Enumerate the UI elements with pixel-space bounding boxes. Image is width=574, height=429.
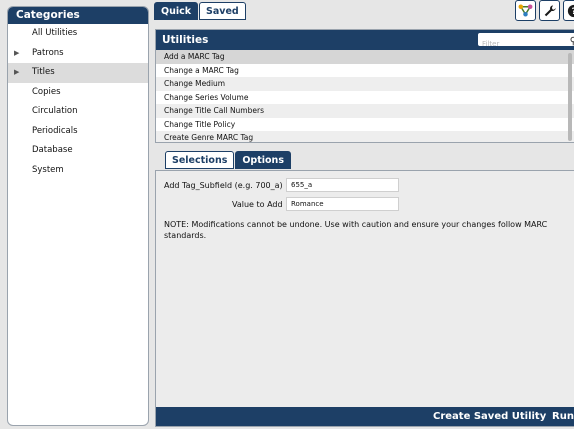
wrench-icon [544, 4, 556, 16]
sidebar-item-label: Circulation [32, 106, 78, 116]
toolbar: ? [515, 0, 574, 21]
categories-sidebar: Categories All Utilities ▶ Patrons ▶ Tit… [7, 6, 149, 426]
utilities-panel: Utilities ⚲ Add a MARC Tag Change a MARC… [155, 29, 574, 143]
value-to-add-label: Value to Add [232, 200, 283, 209]
help-icon: ? [567, 4, 574, 17]
wrench-button[interactable] [539, 0, 560, 21]
search-icon[interactable]: ⚲ [570, 32, 574, 52]
create-saved-utility-button[interactable]: Create Saved Utility [433, 407, 546, 426]
utility-item[interactable]: Change Series Volume [156, 91, 574, 105]
sidebar-item-label: Patrons [32, 47, 64, 58]
expand-arrow-icon[interactable]: ▶ [14, 44, 19, 64]
sidebar-item-label: Titles [32, 67, 55, 77]
utility-item[interactable]: Change a MARC Tag [156, 64, 574, 78]
tab-quick[interactable]: Quick [154, 2, 199, 20]
utility-item[interactable]: Change Title Policy [156, 118, 574, 132]
run-button[interactable]: Run [552, 407, 574, 426]
sidebar-item-copies[interactable]: Copies [8, 83, 148, 103]
help-button[interactable]: ? [563, 0, 574, 21]
tab-selections[interactable]: Selections [165, 151, 235, 169]
network-button[interactable] [515, 0, 536, 21]
sidebar-item-database[interactable]: Database [8, 141, 148, 161]
sidebar-item-titles[interactable]: ▶ Titles [8, 63, 148, 83]
sidebar-item-all-utilities[interactable]: All Utilities [8, 24, 148, 44]
sub-tabs: Selections Options [165, 151, 292, 169]
filter-box: ⚲ [478, 33, 574, 51]
sidebar-item-label: All Utilities [32, 28, 78, 38]
tab-saved[interactable]: Saved [199, 2, 246, 20]
footer-bar: Create Saved Utility Run [156, 407, 574, 426]
utility-item[interactable]: Change Title Call Numbers [156, 104, 574, 118]
tag-subfield-input[interactable] [286, 178, 399, 192]
utility-list: Add a MARC Tag Change a MARC Tag Change … [156, 50, 574, 142]
tag-subfield-label: Add Tag_Subfield (e.g. 700_a) [164, 181, 283, 190]
sidebar-item-label: Database [32, 145, 73, 155]
sidebar-item-label: Copies [32, 86, 61, 97]
expand-arrow-icon[interactable]: ▶ [14, 63, 19, 83]
network-icon [518, 4, 533, 17]
sidebar-item-circulation[interactable]: Circulation [8, 102, 148, 122]
sidebar-item-label: System [32, 164, 64, 175]
tab-options[interactable]: Options [235, 151, 291, 169]
utility-item[interactable]: Create Genre MARC Tag [156, 131, 574, 142]
utility-item[interactable]: Change Medium [156, 77, 574, 91]
warning-note: NOTE: Modifications cannot be undone. Us… [164, 220, 548, 240]
categories-header: Categories [8, 7, 148, 24]
filter-input[interactable] [478, 37, 563, 51]
utilities-title: Utilities [162, 34, 209, 46]
value-to-add-input[interactable] [286, 197, 399, 211]
utilities-header: Utilities ⚲ [156, 30, 574, 51]
sidebar-item-label: Periodicals [32, 125, 78, 136]
sidebar-item-patrons[interactable]: ▶ Patrons [8, 44, 148, 64]
app: Categories All Utilities ▶ Patrons ▶ Tit… [0, 0, 574, 429]
sidebar-item-periodicals[interactable]: Periodicals [8, 122, 148, 142]
utility-list-scrollbar[interactable] [568, 53, 572, 141]
sidebar-item-system[interactable]: System [8, 161, 148, 181]
utility-item[interactable]: Add a MARC Tag [156, 50, 574, 64]
top-tabs: Quick Saved [154, 2, 247, 21]
options-panel: Add Tag_Subfield (e.g. 700_a) Value to A… [155, 170, 574, 427]
